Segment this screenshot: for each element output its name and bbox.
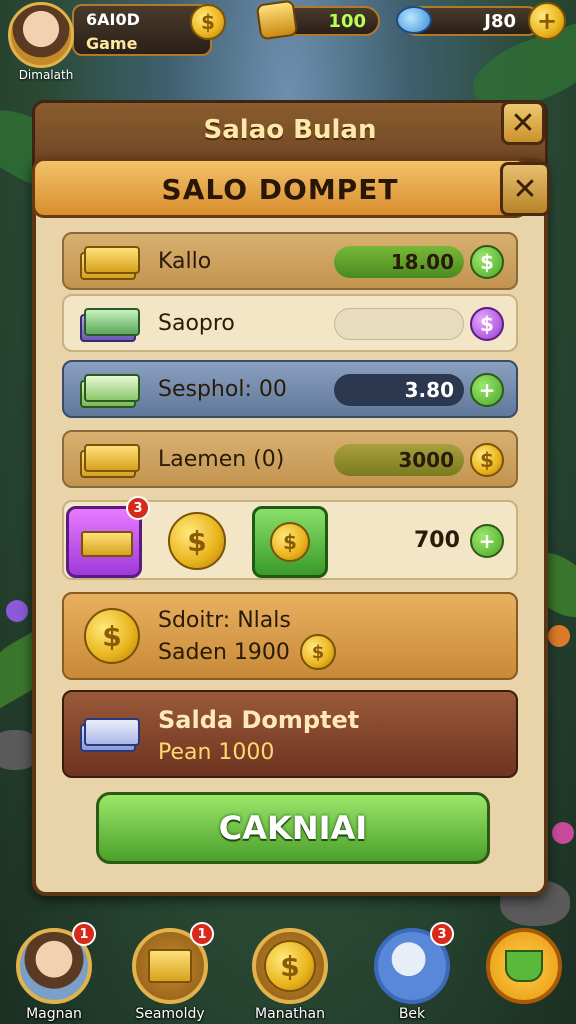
bundle-badge: 3 (126, 496, 150, 520)
bundle-plus-button[interactable]: + (470, 524, 504, 558)
offer-line-1: Salda Domptet (158, 706, 360, 734)
row-coin-button[interactable]: $ (470, 245, 504, 279)
green-coin-card-icon: $ (252, 506, 328, 578)
wallet-bundle-row[interactable]: 3 $ $ 700 + (62, 496, 518, 580)
nav-item-magnan[interactable]: 1 Magnan (8, 922, 100, 1024)
offer-card-2[interactable]: Salda Domptet Pean 1000 (62, 690, 518, 778)
gem-value: J80 (484, 11, 516, 32)
row-label: Kallo (158, 249, 212, 274)
offer-line-1: Sdoitr: Nlals (158, 608, 291, 633)
confirm-button[interactable]: CAKNIAI (96, 792, 490, 864)
row-plus-button[interactable]: + (470, 373, 504, 407)
player-avatar[interactable] (8, 2, 74, 68)
nav-badge: 1 (190, 922, 214, 946)
player-name: 6AI0D (86, 10, 140, 29)
player-subtitle: Game (86, 34, 138, 53)
cauldron-icon (486, 928, 562, 1004)
row-value: 3.80 (334, 374, 464, 406)
wallet-header: SALO DOMPET (32, 158, 528, 218)
nav-label: Bek (398, 1006, 426, 1022)
wallet-row-laemen[interactable]: Laemen (0) 3000 $ (62, 430, 518, 488)
gem-icon (396, 6, 432, 34)
row-value: 3000 (334, 444, 464, 476)
gold-bills-icon (80, 442, 140, 478)
background-flower (6, 600, 28, 622)
nav-label: Magnan (26, 1006, 82, 1022)
wallet-row-sesphol[interactable]: Sesphol: 00 3.80 + (62, 360, 518, 418)
green-bills-icon (80, 372, 140, 408)
wallet-panel: SALO DOMPET ✕ Kallo 18.00 $ Saopro $ Ses… (32, 158, 550, 896)
background-flower (548, 625, 570, 647)
coin-pile-icon: $ (84, 608, 140, 664)
bottom-nav: 1 Magnan 1 Seamoldy $ Manathan 3 Bek (0, 922, 576, 1024)
nav-label: Manathan (255, 1006, 325, 1022)
offer-line-2: Saden 1900 (158, 640, 290, 665)
nav-item-manathan[interactable]: $ Manathan (244, 926, 336, 1024)
outer-close-button[interactable]: ✕ (501, 101, 545, 145)
offer-coin-icon: $ (300, 634, 336, 670)
nav-item-bek[interactable]: 3 Bek (366, 922, 458, 1024)
row-value (334, 308, 464, 340)
cash-bundle-icon (80, 716, 140, 752)
nav-label: Seamoldy (135, 1006, 205, 1022)
gold-nugget-icon (255, 0, 299, 41)
row-label: Sesphol: 00 (158, 377, 287, 402)
purple-bills-icon (80, 306, 140, 342)
add-gems-button[interactable]: + (528, 2, 566, 40)
nav-badge: 1 (72, 922, 96, 946)
background-flower (552, 822, 574, 844)
row-label: Saopro (158, 311, 235, 336)
gold-bills-icon (80, 244, 140, 280)
top-hud: 6AI0D Game $ Dimalath 100 J80 + (0, 0, 576, 90)
wallet-title: SALO DOMPET (161, 173, 399, 206)
wallet-row-kallo[interactable]: Kallo 18.00 $ (62, 232, 518, 290)
nav-badge: 3 (430, 922, 454, 946)
wallet-close-button[interactable]: ✕ (500, 162, 550, 216)
player-coin-icon: $ (190, 4, 226, 40)
nav-item-seamoldy[interactable]: 1 Seamoldy (124, 922, 216, 1024)
outer-panel-title: Salao Bulan (203, 115, 377, 145)
row-coin-button[interactable]: $ (470, 443, 504, 477)
coin-icon: $ (252, 928, 328, 1004)
gold-value: 100 (328, 11, 366, 32)
avatar-label: Dimalath (18, 68, 74, 82)
row-coin-button[interactable]: $ (470, 307, 504, 341)
bundle-value: 700 (414, 528, 460, 553)
row-label: Laemen (0) (158, 447, 285, 472)
offer-line-2: Pean 1000 (158, 740, 275, 765)
coin-stack-icon: $ (168, 512, 226, 570)
nav-item-cauldron[interactable] (478, 926, 570, 1024)
wallet-row-saopro[interactable]: Saopro $ (62, 294, 518, 352)
offer-card-1[interactable]: $ Sdoitr: Nlals Saden 1900 $ (62, 592, 518, 680)
row-value: 18.00 (334, 246, 464, 278)
